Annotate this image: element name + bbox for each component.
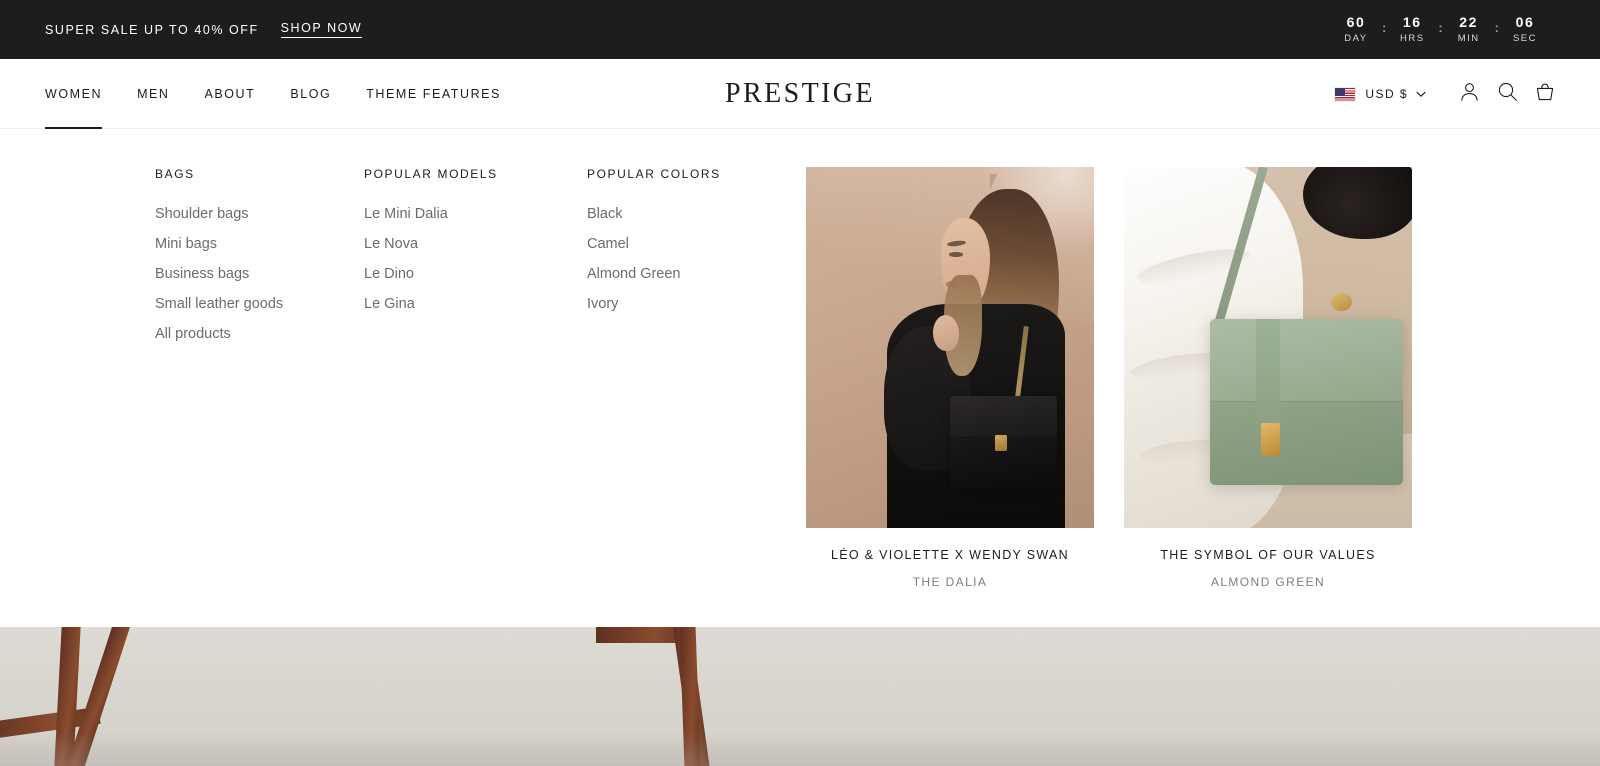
shopping-basket-icon <box>1534 81 1556 108</box>
us-flag-icon <box>1334 86 1357 102</box>
mega-link-mini-bags[interactable]: Mini bags <box>155 229 283 259</box>
mega-link-black[interactable]: Black <box>587 199 721 229</box>
nav-item-men[interactable]: MEN <box>137 59 169 129</box>
countdown-days-label: DAY <box>1344 32 1368 44</box>
announcement-bar: SUPER SALE UP TO 40% OFF SHOP NOW 60 DAY… <box>0 0 1600 59</box>
cart-button[interactable] <box>1526 75 1564 113</box>
mega-column-popular-colors-title: POPULAR COLORS <box>587 167 721 181</box>
mega-link-le-mini-dalia[interactable]: Le Mini Dalia <box>364 199 498 229</box>
mega-column-popular-models: POPULAR MODELS Le Mini Dalia Le Nova Le … <box>364 167 498 319</box>
countdown-unit-day: 60 DAY <box>1339 14 1373 46</box>
countdown-seconds-label: SEC <box>1512 32 1538 44</box>
mega-column-popular-models-title: POPULAR MODELS <box>364 167 498 181</box>
currency-selector[interactable]: USD $ <box>1334 86 1426 102</box>
nav-item-blog-label: BLOG <box>290 87 332 101</box>
mega-column-bags: BAGS Shoulder bags Mini bags Business ba… <box>155 167 283 349</box>
countdown-hours-value: 16 <box>1402 13 1422 30</box>
countdown-unit-sec: 06 SEC <box>1508 14 1542 46</box>
promo-title-almond-green[interactable]: THE SYMBOL OF OUR VALUES <box>1124 548 1412 562</box>
chevron-down-icon <box>1416 91 1426 98</box>
hero-image-strip <box>0 627 1600 766</box>
countdown-minutes-value: 22 <box>1459 13 1479 30</box>
announcement-message-group: SUPER SALE UP TO 40% OFF SHOP NOW <box>45 21 363 38</box>
mega-column-bags-title: BAGS <box>155 167 195 181</box>
header-actions: USD $ <box>1334 59 1564 129</box>
nav-item-theme-features[interactable]: THEME FEATURES <box>366 59 501 129</box>
promo-image-almond-green-bag[interactable] <box>1124 167 1412 528</box>
mega-link-camel[interactable]: Camel <box>587 229 721 259</box>
announcement-message: SUPER SALE UP TO 40% OFF <box>45 22 259 37</box>
mega-link-almond-green[interactable]: Almond Green <box>587 259 721 289</box>
shop-now-link[interactable]: SHOP NOW <box>280 21 363 38</box>
promo-title-dalia[interactable]: LÉO & VIOLETTE X WENDY SWAN <box>806 548 1094 562</box>
mega-link-le-dino[interactable]: Le Dino <box>364 259 498 289</box>
nav-item-women[interactable]: WOMEN <box>45 59 103 129</box>
countdown-unit-min: 22 MIN <box>1452 14 1486 46</box>
site-logo[interactable]: PRESTIGE <box>725 78 875 110</box>
nav-item-theme-features-label: THEME FEATURES <box>366 87 501 101</box>
promo-subtitle-dalia: THE DALIA <box>912 575 988 589</box>
storefront-page: SUPER SALE UP TO 40% OFF SHOP NOW 60 DAY… <box>0 0 1600 766</box>
nav-item-men-label: MEN <box>137 87 170 101</box>
mega-link-le-gina[interactable]: Le Gina <box>364 289 498 319</box>
mega-link-all-products[interactable]: All products <box>155 319 283 349</box>
countdown-separator: : <box>1494 19 1499 35</box>
site-header: WOMEN MEN ABOUT BLOG THEME FEATURES PRES… <box>0 59 1600 129</box>
search-icon <box>1497 81 1518 107</box>
promo-card-dalia[interactable]: LÉO & VIOLETTE X WENDY SWAN THE DALIA <box>806 167 1094 589</box>
promo-card-almond-green[interactable]: THE SYMBOL OF OUR VALUES ALMOND GREEN <box>1124 167 1412 589</box>
currency-label: USD $ <box>1365 87 1408 101</box>
mega-column-popular-colors: POPULAR COLORS Black Camel Almond Green … <box>587 167 721 319</box>
countdown-days-value: 60 <box>1346 13 1366 30</box>
user-icon <box>1459 81 1480 107</box>
mega-link-le-nova[interactable]: Le Nova <box>364 229 498 259</box>
countdown-unit-hrs: 16 HRS <box>1395 14 1429 46</box>
countdown-separator: : <box>1381 19 1387 35</box>
search-button[interactable] <box>1488 75 1526 113</box>
main-navigation: WOMEN MEN ABOUT BLOG THEME FEATURES <box>45 59 536 129</box>
mega-link-shoulder-bags[interactable]: Shoulder bags <box>155 199 283 229</box>
countdown-separator: : <box>1438 19 1443 35</box>
mega-link-business-bags[interactable]: Business bags <box>155 259 283 289</box>
nav-item-about[interactable]: ABOUT <box>205 59 256 129</box>
countdown-timer: 60 DAY : 16 HRS : 22 MIN : 06 SEC <box>1339 0 1542 59</box>
account-button[interactable] <box>1450 75 1488 113</box>
nav-item-blog[interactable]: BLOG <box>290 59 331 129</box>
mega-menu-panel: BAGS Shoulder bags Mini bags Business ba… <box>0 129 1600 627</box>
mega-link-ivory[interactable]: Ivory <box>587 289 721 319</box>
hero-floor-shadow <box>0 732 1600 766</box>
mega-link-small-leather-goods[interactable]: Small leather goods <box>155 289 283 319</box>
mega-promo-group: LÉO & VIOLETTE X WENDY SWAN THE DALIA TH… <box>806 167 1412 589</box>
nav-item-women-label: WOMEN <box>45 87 103 101</box>
countdown-minutes-label: MIN <box>1457 32 1480 44</box>
countdown-seconds-value: 06 <box>1515 13 1535 30</box>
nav-item-about-label: ABOUT <box>204 87 256 101</box>
promo-image-woman-with-black-bag[interactable] <box>806 167 1094 528</box>
countdown-hours-label: HRS <box>1400 32 1425 44</box>
promo-subtitle-almond-green: ALMOND GREEN <box>1210 575 1326 589</box>
